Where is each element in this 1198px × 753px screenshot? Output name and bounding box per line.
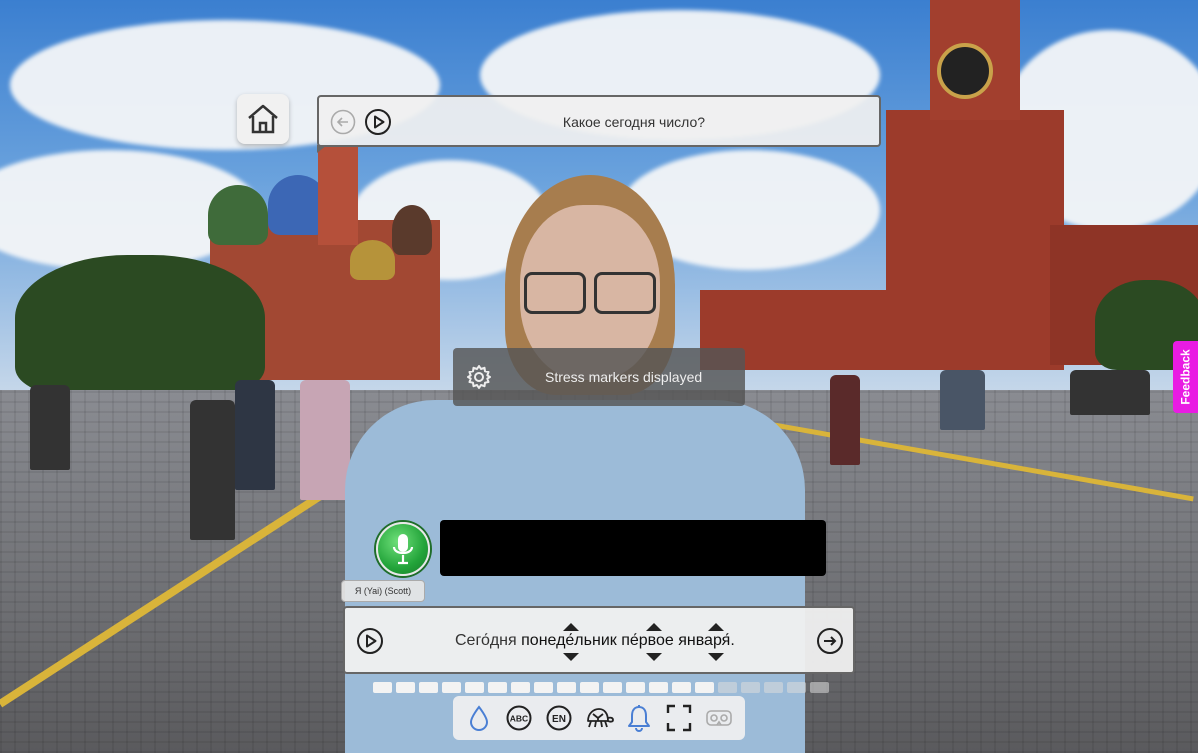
progress-segment: [787, 682, 806, 693]
chevron-down-icon: [563, 653, 579, 661]
fullscreen-button[interactable]: [663, 702, 695, 734]
back-button[interactable]: [330, 109, 356, 135]
presenter-glasses: [594, 272, 656, 314]
pedestrian: [30, 385, 70, 470]
slow-speed-button[interactable]: [583, 702, 615, 734]
answer-word-selectable[interactable]: понеде́льник: [521, 632, 617, 649]
play-answer-button[interactable]: [356, 627, 384, 655]
chevron-down-icon: [646, 653, 662, 661]
play-question-button[interactable]: [364, 108, 392, 136]
en-icon: EN: [546, 705, 572, 731]
answer-word: Сего́дня: [455, 632, 517, 649]
chevron-up-icon: [708, 623, 724, 631]
fullscreen-icon: [666, 704, 692, 732]
chevron-down-icon: [708, 653, 724, 661]
speech-response-box: [440, 520, 826, 576]
prompt-bubble: Какое сегодня число?: [317, 95, 881, 153]
progress-segment: [764, 682, 783, 693]
vr-mode-button[interactable]: [703, 702, 735, 734]
tree: [15, 255, 265, 395]
answer-bubble: Сего́дня понеде́льник пе́рвое января́.: [343, 606, 855, 674]
word-down-chevron[interactable]: [707, 652, 725, 662]
cathedral-dome: [208, 185, 268, 245]
progress-segment: [557, 682, 576, 693]
progress-segment: [396, 682, 415, 693]
progress-segment: [580, 682, 599, 693]
arrow-left-circle-icon: [330, 109, 356, 135]
turtle-icon: [587, 708, 614, 728]
progress-segment: [511, 682, 530, 693]
abc-icon: ABC: [506, 705, 532, 731]
pedestrian: [300, 380, 350, 500]
play-circle-icon: [365, 109, 391, 135]
bottom-toolbar: ABC EN: [453, 696, 745, 740]
gear-icon: [467, 365, 491, 389]
progress-segment: [603, 682, 622, 693]
question-text: Какое сегодня число?: [562, 114, 706, 130]
microphone-icon: [392, 534, 414, 565]
progress-segment: [465, 682, 484, 693]
progress-segment: [672, 682, 691, 693]
toast-message: Stress markers displayed: [545, 369, 703, 385]
answer-word-selectable[interactable]: пе́рвое: [621, 632, 674, 649]
home-icon: [248, 104, 278, 134]
next-button[interactable]: [816, 627, 844, 655]
chevron-up-icon: [646, 623, 662, 631]
feedback-label: Feedback: [1178, 349, 1193, 405]
english-button[interactable]: EN: [543, 702, 575, 734]
speaker-label: Я (Yai) (Scott): [341, 580, 425, 602]
pedestrian: [1070, 370, 1150, 415]
word-up-chevron[interactable]: [707, 622, 725, 632]
pedestrian: [235, 380, 275, 490]
progress-segment: [695, 682, 714, 693]
drop-button[interactable]: [463, 702, 495, 734]
abc-button[interactable]: ABC: [503, 702, 535, 734]
progress-segment: [741, 682, 760, 693]
cathedral-spire: [318, 145, 358, 245]
progress-segment: [419, 682, 438, 693]
settings-button[interactable]: [465, 363, 493, 391]
lesson-progress-bar: [373, 682, 829, 693]
word-up-chevron[interactable]: [562, 622, 580, 632]
notifications-button[interactable]: [623, 702, 655, 734]
arrow-right-circle-icon: [817, 628, 843, 654]
answer-word-selectable[interactable]: января́.: [678, 632, 735, 649]
word-up-chevron[interactable]: [645, 622, 663, 632]
svg-text:EN: EN: [552, 714, 566, 725]
home-button[interactable]: [237, 94, 289, 144]
pedestrian: [940, 370, 985, 430]
clock-face: [937, 43, 993, 99]
svg-text:ABC: ABC: [510, 714, 528, 724]
progress-segment: [373, 682, 392, 693]
chevron-up-icon: [563, 623, 579, 631]
answer-sentence: Сего́дня понеде́льник пе́рвое января́.: [455, 632, 735, 650]
progress-segment: [442, 682, 461, 693]
drop-icon: [469, 705, 489, 731]
pedestrian: [190, 400, 235, 540]
settings-toast: Stress markers displayed: [453, 348, 745, 406]
word-down-chevron[interactable]: [562, 652, 580, 662]
progress-segment: [718, 682, 737, 693]
pedestrian: [830, 375, 860, 465]
progress-segment: [626, 682, 645, 693]
progress-segment: [488, 682, 507, 693]
microphone-button[interactable]: [376, 522, 430, 576]
bubble-tail: [317, 145, 327, 153]
progress-segment: [534, 682, 553, 693]
presenter-glasses: [524, 272, 586, 314]
bell-icon: [628, 705, 650, 732]
play-circle-icon: [357, 628, 383, 654]
vr-headset-icon: [706, 710, 732, 726]
cathedral-dome: [392, 205, 432, 255]
kremlin-tower: [886, 110, 1064, 370]
word-down-chevron[interactable]: [645, 652, 663, 662]
cathedral-dome: [350, 240, 395, 280]
progress-segment: [810, 682, 829, 693]
feedback-tab[interactable]: Feedback: [1173, 341, 1198, 413]
progress-segment: [649, 682, 668, 693]
